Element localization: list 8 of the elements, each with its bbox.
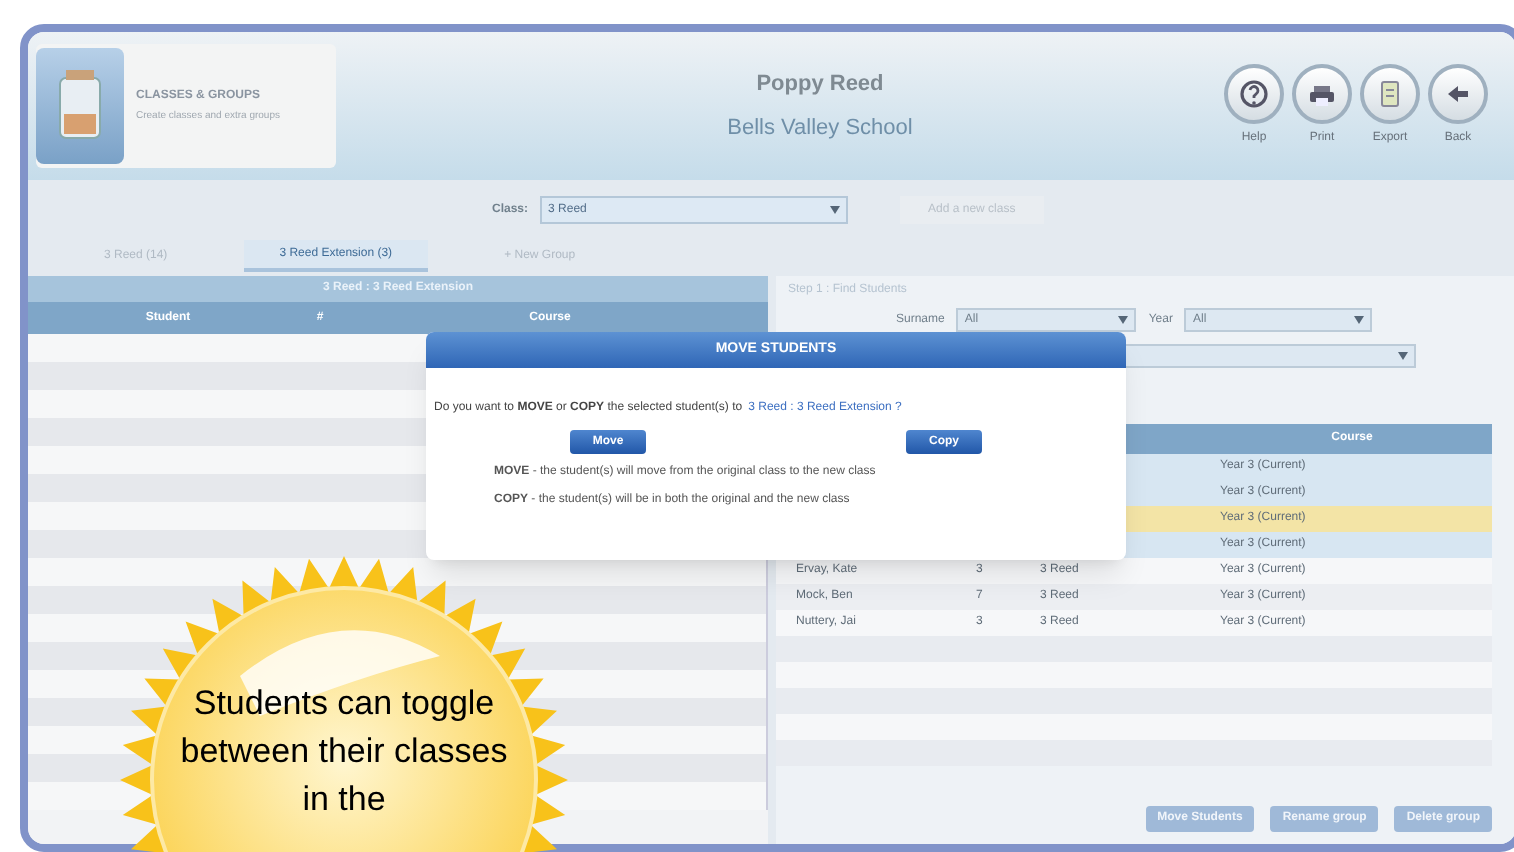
help-icon	[1234, 74, 1274, 114]
callout-text: Students can toggle between their classes in the	[178, 682, 510, 822]
caret-icon	[830, 206, 841, 214]
caret-icon	[1398, 352, 1408, 360]
caret-icon	[1354, 316, 1365, 324]
teacher-name: Poppy Reed	[756, 69, 884, 99]
school-name: Bells Valley School	[727, 114, 913, 144]
caret-icon	[1118, 316, 1129, 324]
